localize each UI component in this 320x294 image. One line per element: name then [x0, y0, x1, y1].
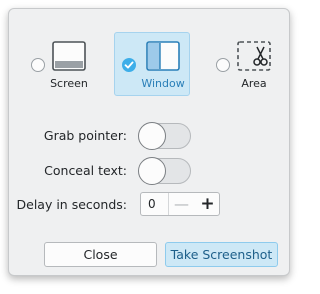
screen-mode-radio[interactable] — [31, 58, 45, 72]
screen-mode-label[interactable]: Screen — [29, 77, 109, 90]
conceal-text-label: Conceal text: — [44, 163, 127, 178]
close-button[interactable]: Close — [44, 242, 157, 267]
switch-knob — [138, 122, 166, 150]
screen-icon[interactable] — [52, 41, 86, 71]
conceal-text-switch[interactable] — [138, 157, 191, 185]
delay-value[interactable]: 0 — [148, 197, 156, 211]
area-scissors-icon[interactable] — [237, 41, 271, 71]
screenshot-dialog: Screen Window Area Grab pointer: Conceal… — [8, 8, 290, 276]
take-screenshot-button[interactable]: Take Screenshot — [165, 242, 278, 267]
window-icon[interactable] — [146, 41, 180, 71]
window-mode-radio[interactable] — [122, 58, 136, 72]
switch-knob — [138, 157, 166, 185]
decrement-button[interactable]: — — [169, 193, 194, 215]
area-mode-radio[interactable] — [216, 58, 230, 72]
checkmark-icon — [124, 61, 134, 69]
area-mode-label[interactable]: Area — [214, 77, 294, 90]
delay-spinbox[interactable]: 0 — + — [140, 192, 220, 216]
grab-pointer-label: Grab pointer: — [43, 128, 127, 143]
window-mode-label[interactable]: Window — [123, 77, 203, 90]
increment-button[interactable]: + — [195, 193, 220, 215]
capture-mode-selector: Screen Window Area — [9, 9, 289, 109]
grab-pointer-switch[interactable] — [138, 122, 191, 150]
delay-label: Delay in seconds: — [16, 197, 128, 212]
